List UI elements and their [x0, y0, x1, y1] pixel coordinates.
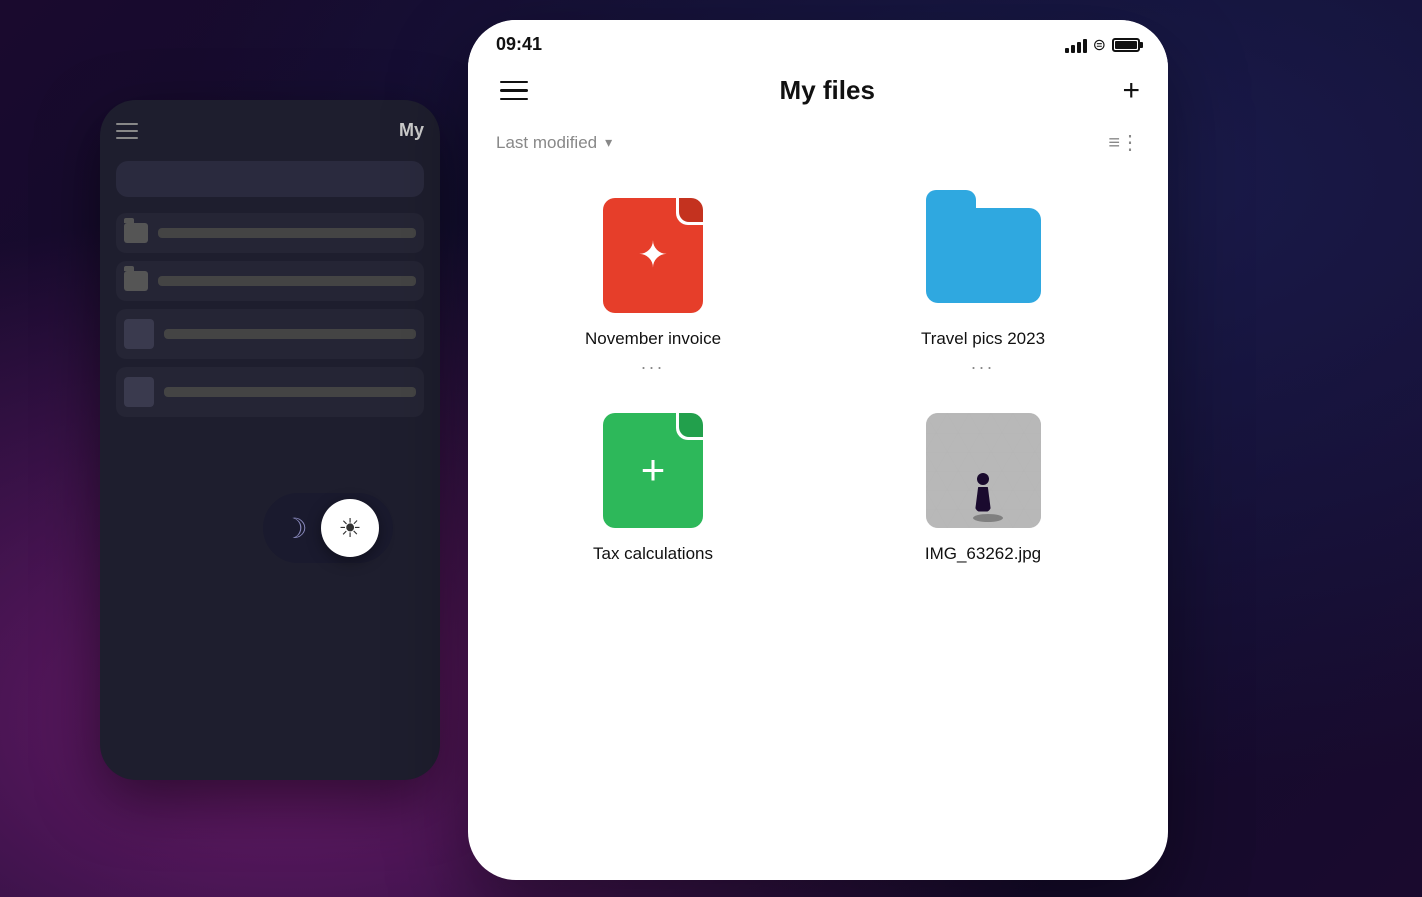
green-doc-icon: +	[603, 413, 703, 528]
file-icon-wrapper	[923, 195, 1043, 315]
sort-bar: Last modified ▾ ≡⋮	[468, 122, 1168, 175]
person-body	[975, 487, 991, 512]
signal-bar-3	[1077, 42, 1081, 53]
sun-knob[interactable]: ☀	[321, 499, 379, 557]
pdf-symbol: ✦	[638, 234, 668, 276]
hamburger-line	[500, 89, 528, 92]
list-item	[116, 261, 424, 301]
file-name: Travel pics 2023	[921, 329, 1045, 349]
hamburger-line	[500, 98, 528, 101]
file-icon-wrapper: +	[593, 410, 713, 530]
folder-icon	[124, 223, 148, 243]
image-placeholder	[124, 319, 154, 349]
person-figure	[973, 473, 993, 518]
page-title: My files	[780, 75, 875, 106]
pdf-icon: ✦	[603, 198, 703, 313]
list-item	[116, 213, 424, 253]
hamburger-line	[500, 81, 528, 84]
signal-bar-4	[1083, 39, 1087, 53]
sort-dropdown[interactable]: Last modified ▾	[496, 133, 612, 153]
toggle-track[interactable]: ☽ ☀	[263, 493, 393, 563]
chevron-down-icon: ▾	[605, 134, 612, 151]
file-name: Tax calculations	[593, 544, 713, 564]
person-head	[977, 473, 989, 485]
file-icon-wrapper: ✦	[593, 195, 713, 315]
item-text	[164, 387, 416, 397]
dark-phone-title: My	[399, 120, 424, 141]
file-item-img[interactable]: IMG_63262.jpg	[818, 390, 1148, 584]
light-phone: 09:41 ⊜ My files + Last modified ▾	[468, 20, 1168, 880]
status-time: 09:41	[496, 34, 542, 55]
file-menu-button[interactable]: ...	[641, 353, 665, 374]
folder-icon	[926, 208, 1041, 303]
person-shadow	[973, 514, 1003, 522]
file-item-tax-calculations[interactable]: + Tax calculations	[488, 390, 818, 584]
menu-button[interactable]	[496, 77, 532, 105]
dark-phone: My	[100, 100, 440, 780]
status-bar: 09:41 ⊜	[468, 20, 1168, 63]
list-item	[116, 309, 424, 359]
folder-icon	[124, 271, 148, 291]
item-text	[158, 228, 416, 238]
signal-icon	[1065, 37, 1087, 53]
item-text	[164, 329, 416, 339]
theme-toggle[interactable]: ☽ ☀	[248, 488, 408, 568]
signal-bar-1	[1065, 48, 1069, 53]
battery-fill	[1115, 41, 1137, 49]
photo-thumbnail	[926, 413, 1041, 528]
dark-hamburger-icon	[116, 123, 138, 139]
status-icons: ⊜	[1065, 35, 1140, 55]
battery-icon	[1112, 38, 1140, 52]
add-button[interactable]: +	[1122, 76, 1140, 106]
wifi-icon: ⊜	[1093, 35, 1106, 55]
view-toggle-button[interactable]: ≡⋮	[1108, 130, 1140, 155]
image-placeholder	[124, 377, 154, 407]
file-item-travel-pics[interactable]: Travel pics 2023 ...	[818, 175, 1148, 390]
sort-label-text: Last modified	[496, 133, 597, 153]
item-text	[158, 276, 416, 286]
app-header: My files +	[468, 63, 1168, 122]
plus-symbol: +	[641, 449, 666, 491]
files-grid: ✦ November invoice ... Travel pics 2023 …	[468, 175, 1168, 584]
file-item-november-invoice[interactable]: ✦ November invoice ...	[488, 175, 818, 390]
file-name: November invoice	[585, 329, 721, 349]
dark-phone-header: My	[116, 120, 424, 141]
file-name: IMG_63262.jpg	[925, 544, 1041, 564]
file-menu-button[interactable]: ...	[971, 353, 995, 374]
dark-search-bar	[116, 161, 424, 197]
signal-bar-2	[1071, 45, 1075, 53]
file-icon-wrapper	[923, 410, 1043, 530]
list-item	[116, 367, 424, 417]
moon-icon: ☽	[269, 502, 321, 554]
